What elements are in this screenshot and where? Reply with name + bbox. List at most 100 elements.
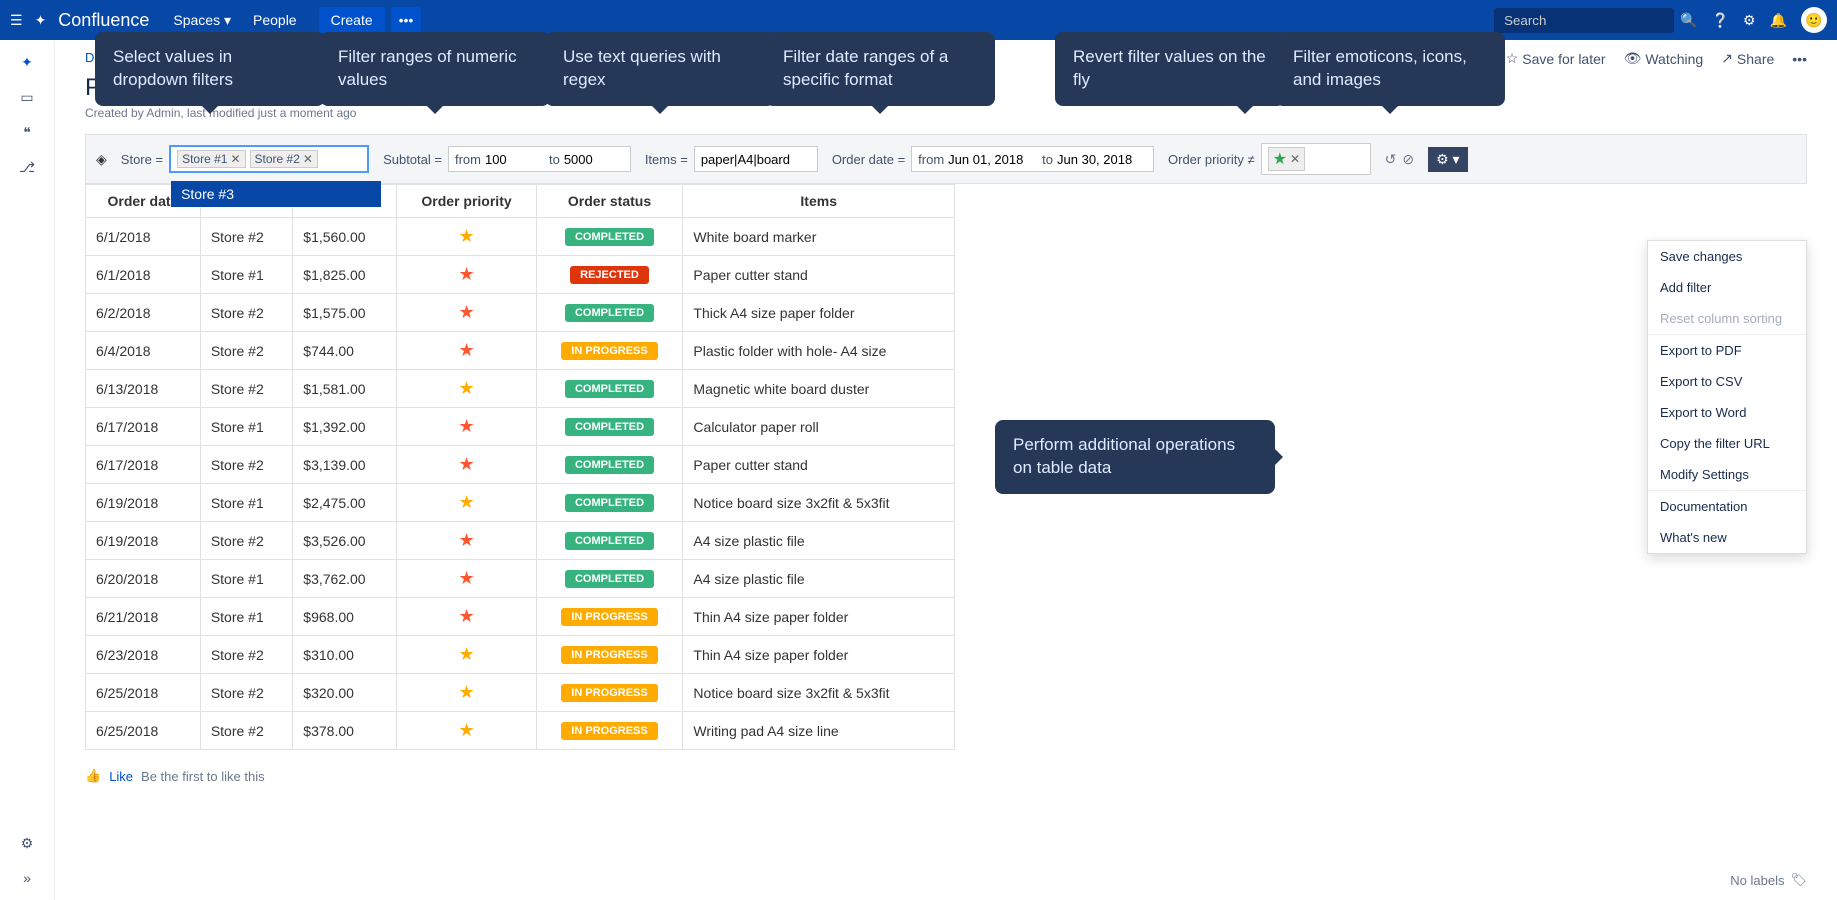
filter-settings-menu: Save changes Add filter Reset column sor… <box>1647 240 1807 554</box>
create-more-button[interactable]: ••• <box>391 7 422 33</box>
table-row: 6/1/2018Store #2$1,560.00★COMPLETEDWhite… <box>86 218 955 256</box>
cell-store: Store #2 <box>200 522 292 560</box>
status-badge: COMPLETED <box>565 418 654 436</box>
chip-store1[interactable]: Store #1✕ <box>177 150 245 168</box>
remove-chip-icon[interactable]: ✕ <box>230 152 240 166</box>
items-text-input[interactable] <box>701 152 811 167</box>
undo-icon[interactable]: ↺ <box>1385 151 1397 168</box>
cell-date: 6/19/2018 <box>86 522 201 560</box>
tag-icon[interactable]: 🏷 <box>1790 872 1807 888</box>
search-input[interactable] <box>1494 8 1674 33</box>
cell-subtotal: $3,762.00 <box>293 560 397 598</box>
menu-save-changes[interactable]: Save changes <box>1648 241 1806 272</box>
nav-spaces[interactable]: Spaces ▾ <box>173 12 231 29</box>
cell-date: 6/21/2018 <box>86 598 201 636</box>
watching-button[interactable]: 👁 Watching <box>1624 50 1704 67</box>
remove-chip-icon[interactable]: ✕ <box>1290 152 1300 166</box>
nav-people[interactable]: People <box>253 12 297 28</box>
menu-copy-url[interactable]: Copy the filter URL <box>1648 428 1806 459</box>
chip-store2[interactable]: Store #2✕ <box>250 150 318 168</box>
cell-store: Store #2 <box>200 332 292 370</box>
help-icon[interactable]: ❔ <box>1712 12 1729 29</box>
filter-orderdate-input[interactable]: from to <box>911 146 1154 172</box>
filter-subtotal-input[interactable]: from to <box>448 146 631 172</box>
subtotal-to-input[interactable] <box>564 152 624 167</box>
tree-icon[interactable]: ⎇ <box>19 159 35 176</box>
share-button[interactable]: ↗ Share <box>1721 50 1774 67</box>
subtotal-from-input[interactable] <box>485 152 545 167</box>
cell-subtotal: $1,825.00 <box>293 256 397 294</box>
settings-icon[interactable]: ⚙ <box>1743 12 1756 29</box>
menu-whats-new[interactable]: What's new <box>1648 522 1806 553</box>
create-button[interactable]: Create <box>319 7 385 33</box>
space-logo-icon[interactable]: ✦ <box>21 54 33 71</box>
cell-store: Store #2 <box>200 636 292 674</box>
main-content: ✎ Edit ☆ Save for later 👁 Watching ↗ Sha… <box>55 40 1837 900</box>
cell-status: IN PROGRESS <box>536 332 683 370</box>
cell-date: 6/1/2018 <box>86 218 201 256</box>
filter-bar: ◈ Store = Store #1✕ Store #2✕ Store #3 S… <box>85 134 1807 184</box>
table-row: 6/19/2018Store #2$3,526.00★COMPLETEDA4 s… <box>86 522 955 560</box>
no-labels-text: No labels <box>1730 873 1784 888</box>
cell-status: COMPLETED <box>536 294 683 332</box>
status-badge: COMPLETED <box>565 380 654 398</box>
filter-items-input[interactable] <box>694 146 818 172</box>
search-icon[interactable]: 🔍 <box>1680 12 1697 29</box>
thumbs-up-icon[interactable]: 👍 <box>85 768 101 784</box>
cell-store: Store #2 <box>200 674 292 712</box>
star-icon: ★ <box>458 720 474 740</box>
menu-export-csv[interactable]: Export to CSV <box>1648 366 1806 397</box>
chip-priority-star[interactable]: ★✕ <box>1268 147 1305 171</box>
date-from-input[interactable] <box>948 152 1038 167</box>
user-avatar[interactable]: 🙂 <box>1801 7 1827 33</box>
cell-priority: ★ <box>397 294 536 332</box>
cell-status: COMPLETED <box>536 370 683 408</box>
save-later-button[interactable]: ☆ Save for later <box>1506 50 1606 67</box>
star-icon: ★ <box>458 454 474 474</box>
clear-icon[interactable]: ⊘ <box>1402 151 1414 168</box>
star-icon: ★ <box>458 530 474 550</box>
filter-settings-button[interactable]: ⚙ ▾ <box>1428 147 1467 172</box>
cell-store: Store #2 <box>200 294 292 332</box>
cell-status: IN PROGRESS <box>536 636 683 674</box>
callout-regex: Use text queries with regex <box>545 32 775 106</box>
callout-emoticons: Filter emoticons, icons, and images <box>1275 32 1505 106</box>
notifications-icon[interactable]: 🔔 <box>1770 12 1787 29</box>
star-icon: ★ <box>458 264 474 284</box>
cell-items: Magnetic white board duster <box>683 370 955 408</box>
blog-icon[interactable]: ❝ <box>23 124 31 141</box>
cell-store: Store #1 <box>200 560 292 598</box>
cell-priority: ★ <box>397 370 536 408</box>
page-meta: Created by Admin, last modified just a m… <box>85 106 1807 120</box>
menu-export-pdf[interactable]: Export to PDF <box>1648 335 1806 366</box>
menu-add-filter[interactable]: Add filter <box>1648 272 1806 303</box>
pages-icon[interactable]: ▭ <box>20 89 33 106</box>
confluence-logo-icon: ✦ <box>35 12 47 29</box>
cell-priority: ★ <box>397 446 536 484</box>
col-status[interactable]: Order status <box>536 185 683 218</box>
menu-modify-settings[interactable]: Modify Settings <box>1648 459 1806 490</box>
remove-chip-icon[interactable]: ✕ <box>303 152 313 166</box>
menu-export-word[interactable]: Export to Word <box>1648 397 1806 428</box>
menu-documentation[interactable]: Documentation <box>1648 491 1806 522</box>
filter-priority: Order priority ≠ ★✕ <box>1168 143 1371 175</box>
cell-priority: ★ <box>397 674 536 712</box>
col-priority[interactable]: Order priority <box>397 185 536 218</box>
cell-date: 6/4/2018 <box>86 332 201 370</box>
space-settings-icon[interactable]: ⚙ <box>21 835 34 852</box>
like-link[interactable]: Like <box>109 769 133 784</box>
dropdown-option-store3[interactable]: Store #3 <box>171 181 381 207</box>
cell-date: 6/25/2018 <box>86 712 201 750</box>
cell-date: 6/1/2018 <box>86 256 201 294</box>
cell-items: Notice board size 3x2fit & 5x3fit <box>683 484 955 522</box>
filter-priority-input[interactable]: ★✕ <box>1261 143 1371 175</box>
menu-icon[interactable]: ☰ <box>10 12 23 29</box>
filter-store-input[interactable]: Store #1✕ Store #2✕ Store #3 <box>169 145 369 173</box>
expand-sidebar-icon[interactable]: » <box>23 870 31 886</box>
page-more-icon[interactable]: ••• <box>1792 51 1807 67</box>
status-badge: REJECTED <box>570 266 649 284</box>
col-items[interactable]: Items <box>683 185 955 218</box>
cell-items: White board marker <box>683 218 955 256</box>
table-row: 6/4/2018Store #2$744.00★IN PROGRESSPlast… <box>86 332 955 370</box>
date-to-input[interactable] <box>1057 152 1147 167</box>
